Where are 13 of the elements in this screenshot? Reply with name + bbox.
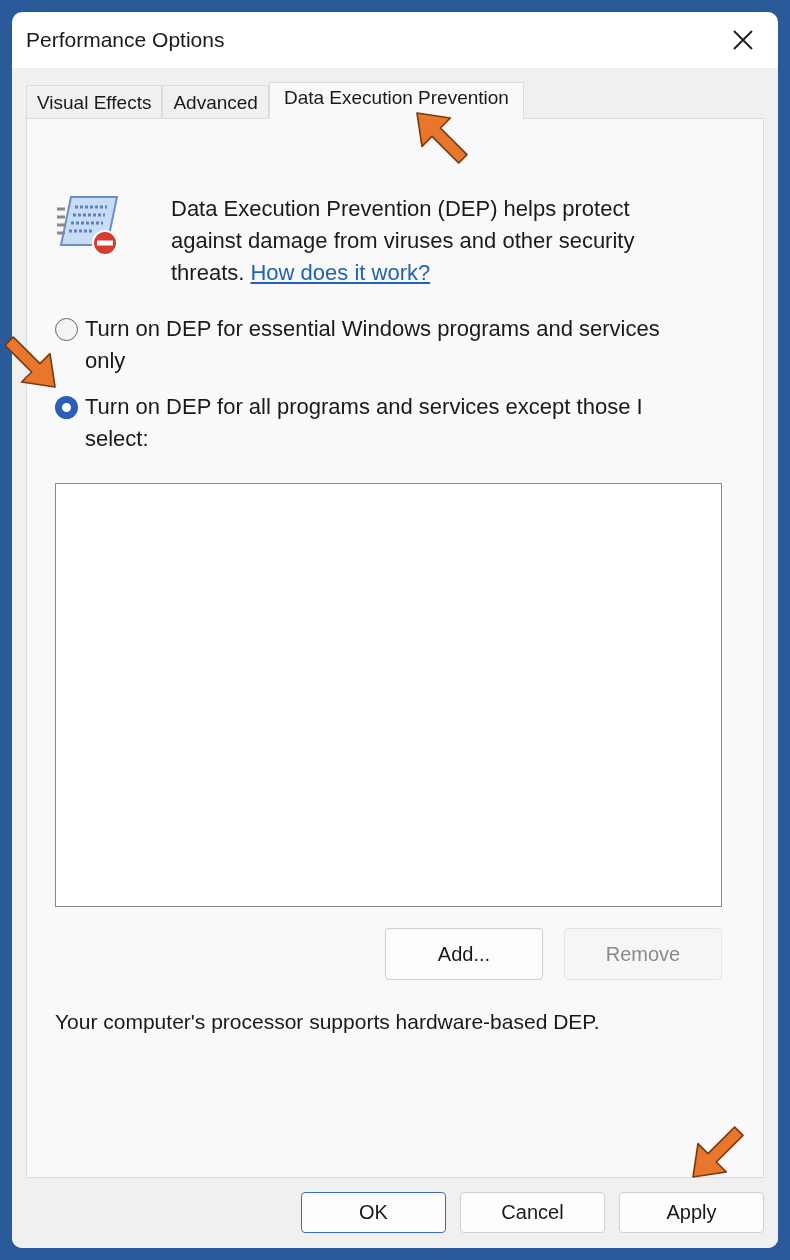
option-label: Turn on DEP for essential Windows programs and services only [85, 315, 661, 375]
help-link[interactable]: How does it work? [250, 260, 431, 285]
tab[interactable]: Advanced [162, 85, 269, 118]
window-title: Performance Options [26, 28, 225, 52]
dialog-button[interactable]: Cancel [460, 1192, 605, 1233]
list-button[interactable]: Add... [385, 928, 543, 980]
description-text: Data Execution Prevention (DEP) helps protect against damage from viruses and other security threats. How does it work? [171, 195, 636, 287]
dialog-button[interactable]: OK [301, 1192, 446, 1233]
tab[interactable]: Visual Effects [26, 85, 163, 118]
dialog-button[interactable]: Apply [619, 1192, 764, 1233]
status-text: Your computer's processor supports hardware-based DEP. [55, 1010, 601, 1034]
tab[interactable]: Data Execution Prevention [268, 82, 524, 119]
option-label: Turn on DEP for all programs and services except those I select: [85, 393, 644, 453]
